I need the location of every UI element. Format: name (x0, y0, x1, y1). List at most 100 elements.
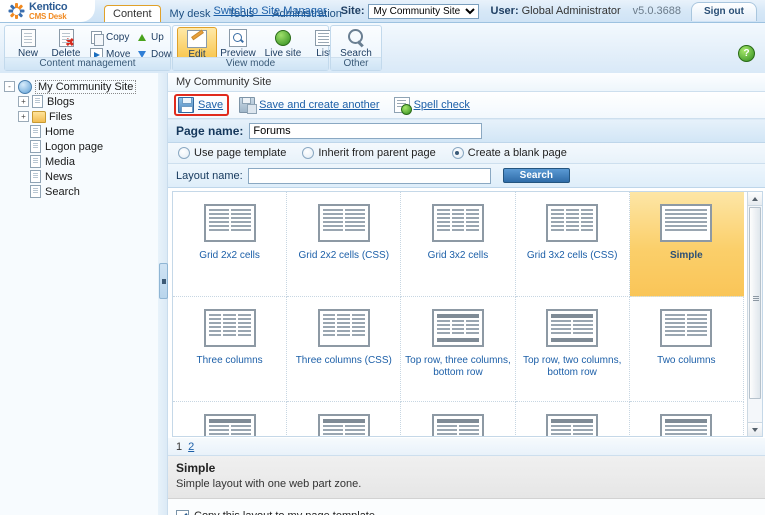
tree-node-files[interactable]: + Files (18, 109, 158, 124)
content-tree-sidebar: - My Community Site + Blogs + Files Home… (0, 73, 159, 515)
group-title-content-management: Content management (5, 57, 170, 70)
tree-node-label: Blogs (47, 95, 75, 108)
tree-node-blogs[interactable]: + Blogs (18, 94, 158, 109)
up-button[interactable]: Up (134, 30, 164, 44)
delete-button[interactable]: ✖ Delete (47, 28, 85, 59)
layout-thumb-grid2x2-icon (203, 204, 256, 242)
live-site-button[interactable]: Live site (261, 28, 305, 59)
layout-tile-partial[interactable] (630, 402, 744, 436)
layout-tile-three-columns[interactable]: Three columns (173, 297, 288, 402)
version-text: v5.0.3688 (632, 5, 681, 17)
tree-node-root-label: My Community Site (35, 79, 137, 94)
preview-button[interactable]: Preview (219, 28, 257, 59)
body-area: - My Community Site + Blogs + Files Home… (0, 73, 765, 515)
save-disk-icon (178, 97, 194, 113)
layout-thumb-grid3x2-icon (431, 204, 484, 242)
layout-tile-label: Top row, three columns, bottom row (405, 355, 511, 378)
expander-placeholder-icon (18, 187, 27, 196)
expander-icon[interactable]: - (4, 81, 15, 92)
page-icon (30, 140, 41, 153)
layout-tile-grid-3x2-cells[interactable]: Grid 3x2 cells (401, 192, 516, 297)
layout-tile-grid-3x2-cells-css[interactable]: Grid 3x2 cells (CSS) (515, 192, 630, 297)
tree-node-logon-page[interactable]: Logon page (18, 139, 158, 154)
arrow-up-icon (134, 33, 149, 41)
expander-icon[interactable]: + (18, 111, 29, 122)
layout-search-button[interactable]: Search (502, 168, 571, 183)
layout-thumb-simple-icon (660, 414, 713, 436)
kentico-star-icon (7, 2, 25, 20)
spell-check-button[interactable]: Spell check (393, 97, 470, 115)
scroll-down-arrow-icon[interactable] (748, 422, 762, 436)
expander-placeholder-icon (18, 172, 27, 181)
layout-detail-panel: Simple Simple layout with one web part z… (168, 456, 765, 499)
save-button[interactable]: Save (174, 94, 230, 116)
help-icon[interactable]: ? (738, 45, 755, 62)
layout-tile-grid-2x2-cells[interactable]: Grid 2x2 cells (173, 192, 288, 297)
pager-page-1: 1 (176, 440, 183, 453)
search-button[interactable]: Search (336, 28, 376, 59)
layout-tile-three-columns-css[interactable]: Three columns (CSS) (287, 297, 402, 402)
user-label: User: (490, 5, 519, 17)
layout-tile-partial[interactable] (287, 402, 402, 436)
copy-layout-checkbox[interactable] (176, 509, 189, 515)
search-icon (336, 28, 376, 48)
site-select[interactable]: My Community Site (367, 3, 479, 19)
globe-icon (261, 28, 305, 48)
tree-node-label: News (45, 170, 73, 183)
layout-tile-label: Two columns (657, 355, 716, 366)
logo-text: Kentico CMS Desk (29, 1, 68, 21)
page-name-input[interactable] (249, 123, 483, 139)
tree-node-label: Logon page (45, 140, 104, 153)
copy-button-label: Copy (106, 31, 130, 43)
layout-tile-simple[interactable]: Simple (629, 192, 744, 297)
layout-tile-grid-2x2-cells-css[interactable]: Grid 2x2 cells (CSS) (287, 192, 402, 297)
site-globe-icon (18, 79, 32, 94)
page-icon (30, 155, 41, 168)
sign-out-button[interactable]: Sign out (691, 1, 757, 21)
app-window: Kentico CMS Desk Content My desk Tools A… (0, 0, 765, 515)
layout-search-row: Layout name: Search (168, 164, 765, 188)
layout-tile-two-columns[interactable]: Two columns (629, 297, 744, 402)
sidebar-splitter[interactable] (158, 73, 168, 515)
layout-tile-partial[interactable] (173, 402, 288, 436)
radio-inherit-from-parent-page[interactable]: Inherit from parent page (302, 147, 436, 159)
tree-node-root[interactable]: - My Community Site (4, 79, 158, 94)
layout-detail-description: Simple layout with one web part zone. (176, 478, 362, 490)
layout-grid-scrollbar[interactable] (747, 192, 762, 436)
radio-dot-icon (451, 147, 464, 159)
expander-icon[interactable]: + (18, 96, 29, 107)
layout-tile-partial[interactable] (401, 402, 516, 436)
radio-use-page-template[interactable]: Use page template (178, 147, 286, 159)
spell-check-label: Spell check (413, 99, 470, 111)
tree-node-search[interactable]: Search (18, 184, 158, 199)
tree-node-news[interactable]: News (18, 169, 158, 184)
copy-button[interactable]: Copy (89, 30, 130, 46)
layout-pager: 1 2 (168, 438, 765, 456)
save-and-create-another-button[interactable]: Save and create another (239, 97, 380, 114)
layout-thumb-two-col-icon (660, 309, 713, 347)
tab-my-desk[interactable]: My desk (161, 6, 220, 22)
new-button[interactable]: New (9, 28, 47, 59)
edit-button[interactable]: Edit (177, 27, 217, 61)
layout-tile-top-row-two-columns-bottom-row[interactable]: Top row, two columns, bottom row (515, 297, 630, 402)
tab-content[interactable]: Content (104, 5, 161, 22)
ribbon-group-content-management: New ✖ Delete Copy Move Up Down Content m… (4, 25, 177, 71)
page-icon (30, 125, 41, 138)
expander-placeholder-icon (18, 142, 27, 151)
layout-thumb-grid2x2-icon (317, 204, 370, 242)
layout-tile-top-row-three-columns-bottom-row[interactable]: Top row, three columns, bottom row (401, 297, 516, 402)
splitter-collapse-handle[interactable] (159, 263, 168, 299)
radio-create-a-blank-page[interactable]: Create a blank page (451, 147, 567, 159)
layout-tile-partial[interactable] (516, 402, 630, 436)
scrollbar-thumb[interactable] (749, 207, 761, 399)
tree-node-home[interactable]: Home (18, 124, 158, 139)
layout-name-input[interactable] (247, 167, 491, 184)
scroll-up-arrow-icon[interactable] (748, 192, 762, 206)
switch-to-site-manager-link[interactable]: Switch to Site Manager (214, 5, 327, 17)
radio-dot-icon (178, 147, 190, 159)
tree-node-label: Media (45, 155, 75, 168)
pager-page-2[interactable]: 2 (188, 441, 194, 453)
layout-tile-label: Grid 2x2 cells (199, 250, 260, 261)
tree-node-media[interactable]: Media (18, 154, 158, 169)
new-page-icon (9, 28, 47, 48)
